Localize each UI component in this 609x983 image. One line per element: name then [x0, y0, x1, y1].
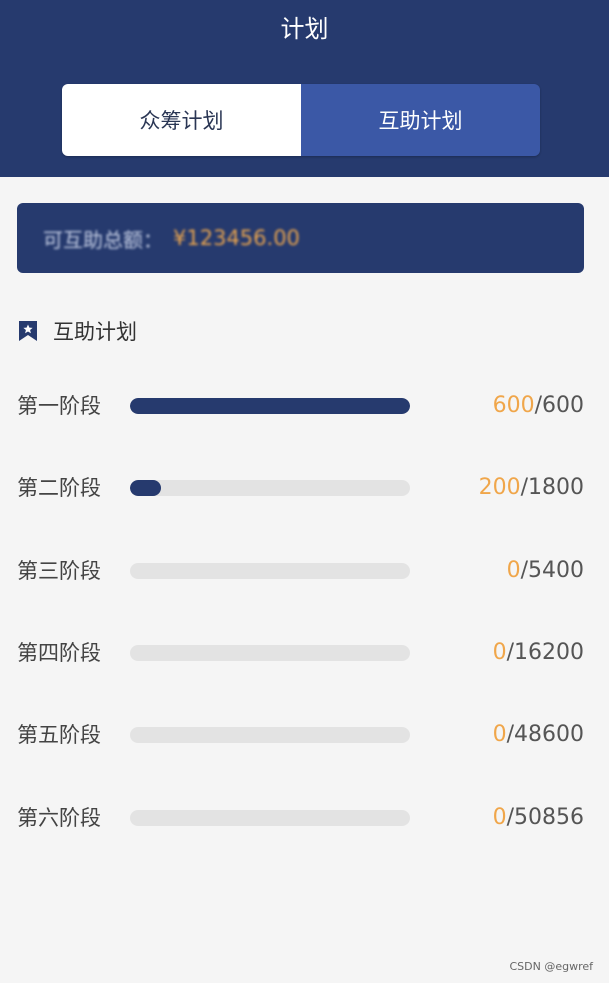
stage-count: 0/48600 — [492, 722, 584, 747]
stage-label: 第四阶段 — [17, 641, 101, 665]
stage-total-count: 48600 — [514, 722, 584, 747]
stage-count: 0/5400 — [506, 558, 584, 583]
stage-current-count: 200 — [478, 475, 521, 500]
stage-total-count: 600 — [542, 393, 584, 418]
stage-count: 600/600 — [492, 393, 584, 418]
stage-progress-bar — [130, 727, 410, 743]
stage-progress-bar — [130, 480, 410, 496]
total-amount-label: 可互助总额： — [43, 227, 163, 252]
stage-current-count: 600 — [492, 393, 535, 418]
stage-label: 第六阶段 — [17, 806, 101, 830]
section-header: 互助计划 — [17, 316, 137, 346]
stage-progress-bar — [130, 810, 410, 826]
stage-current-count: 0 — [492, 640, 507, 665]
stage-row: 第一阶段 600/600 — [0, 386, 609, 426]
stage-row: 第四阶段 0/16200 — [0, 633, 609, 673]
stage-progress-fill — [130, 398, 410, 414]
stage-current-count: 0 — [492, 722, 507, 747]
stage-progress-bar — [130, 563, 410, 579]
stage-count: 200/1800 — [478, 475, 584, 500]
stage-progress-bar — [130, 398, 410, 414]
stage-progress-bar — [130, 645, 410, 661]
stage-count: 0/50856 — [492, 805, 584, 830]
stage-current-count: 0 — [506, 558, 521, 583]
stage-row: 第五阶段 0/48600 — [0, 715, 609, 755]
stage-row: 第二阶段 200/1800 — [0, 468, 609, 508]
watermark: CSDN @egwref — [509, 960, 593, 973]
tab-crowdfunding-plan[interactable]: 众筹计划 — [62, 84, 301, 156]
stage-row: 第三阶段 0/5400 — [0, 551, 609, 591]
header-bar: 计划 众筹计划 互助计划 — [0, 0, 609, 177]
total-amount-card: 可互助总额： ¥123456.00 — [17, 203, 584, 273]
stage-count: 0/16200 — [492, 640, 584, 665]
stage-progress-fill — [130, 480, 162, 496]
stage-label: 第三阶段 — [17, 559, 101, 583]
stage-total-count: 16200 — [514, 640, 584, 665]
section-title: 互助计划 — [53, 320, 137, 344]
stage-current-count: 0 — [492, 805, 507, 830]
stage-total-count: 50856 — [514, 805, 584, 830]
stage-row: 第六阶段 0/50856 — [0, 798, 609, 838]
tab-mutual-aid-plan[interactable]: 互助计划 — [301, 84, 540, 156]
stage-label: 第二阶段 — [17, 476, 101, 500]
stage-label: 第五阶段 — [17, 723, 101, 747]
stage-total-count: 1800 — [528, 475, 584, 500]
page-title: 计划 — [280, 15, 329, 43]
bookmark-icon — [17, 320, 39, 342]
stage-total-count: 5400 — [528, 558, 584, 583]
total-amount-value: ¥123456.00 — [173, 226, 300, 250]
stage-label: 第一阶段 — [17, 394, 101, 418]
plan-tabs: 众筹计划 互助计划 — [62, 84, 540, 156]
